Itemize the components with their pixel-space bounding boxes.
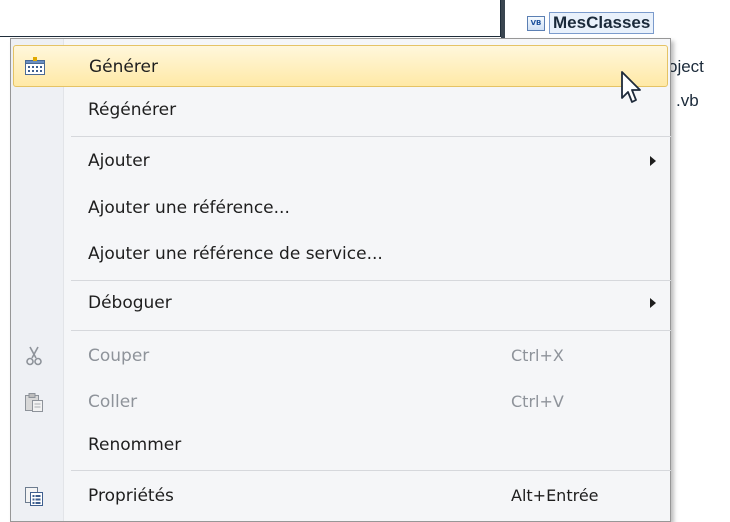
scissors-icon xyxy=(26,346,42,366)
menu-item-ajouter[interactable]: Ajouter xyxy=(13,140,668,182)
menu-item-coller[interactable]: Coller Ctrl+V xyxy=(13,381,668,423)
menu-item-label: Ajouter xyxy=(88,151,150,171)
menu-item-deboguer[interactable]: Déboguer xyxy=(13,282,668,324)
menu-item-label: Renommer xyxy=(88,435,182,455)
menu-separator xyxy=(71,330,671,331)
submenu-arrow-icon xyxy=(650,298,656,308)
build-icon xyxy=(25,57,45,75)
menu-item-renommer[interactable]: Renommer xyxy=(13,424,668,466)
menu-separator xyxy=(71,470,671,471)
editor-panel xyxy=(0,0,501,37)
project-node[interactable]: VB MesClasses xyxy=(527,12,655,34)
menu-item-label: Régénérer xyxy=(88,100,177,120)
panel-splitter[interactable] xyxy=(501,0,505,40)
menu-item-generer[interactable]: Générer xyxy=(13,45,668,87)
project-name[interactable]: MesClasses xyxy=(549,12,655,34)
menu-separator xyxy=(71,280,671,281)
menu-item-label: Ajouter une référence... xyxy=(88,198,290,218)
properties-icon xyxy=(25,487,43,506)
menu-item-ajouter-reference[interactable]: Ajouter une référence... xyxy=(13,187,668,229)
menu-item-proprietes[interactable]: Propriétés Alt+Entrée xyxy=(13,475,668,517)
menu-item-couper[interactable]: Couper Ctrl+X xyxy=(13,335,668,377)
menu-item-label: Propriétés xyxy=(88,486,174,506)
menu-item-label: Ajouter une référence de service... xyxy=(88,244,383,264)
menu-item-label: Déboguer xyxy=(88,293,172,313)
mouse-cursor-icon xyxy=(621,71,641,103)
tree-item-partial-1[interactable]: oject xyxy=(668,57,704,77)
menu-item-shortcut: Ctrl+V xyxy=(511,392,564,411)
menu-separator xyxy=(71,136,671,137)
menu-item-label: Coller xyxy=(88,392,138,412)
context-menu: Générer Régénérer Ajouter Ajouter une ré… xyxy=(10,38,671,522)
menu-item-shortcut: Alt+Entrée xyxy=(511,486,599,505)
submenu-arrow-icon xyxy=(650,156,656,166)
menu-item-shortcut: Ctrl+X xyxy=(511,346,564,365)
menu-item-regenerer[interactable]: Régénérer xyxy=(13,89,668,131)
tree-item-partial-2[interactable]: .vb xyxy=(676,91,699,111)
menu-item-ajouter-reference-service[interactable]: Ajouter une référence de service... xyxy=(13,233,668,275)
screen: VB MesClasses oject .vb Générer Régénére… xyxy=(0,0,730,522)
clipboard-icon xyxy=(25,393,43,412)
menu-item-label: Générer xyxy=(89,57,158,77)
vb-project-icon-text: VB xyxy=(530,18,542,27)
vb-project-icon: VB xyxy=(527,15,545,31)
menu-item-label: Couper xyxy=(88,346,150,366)
